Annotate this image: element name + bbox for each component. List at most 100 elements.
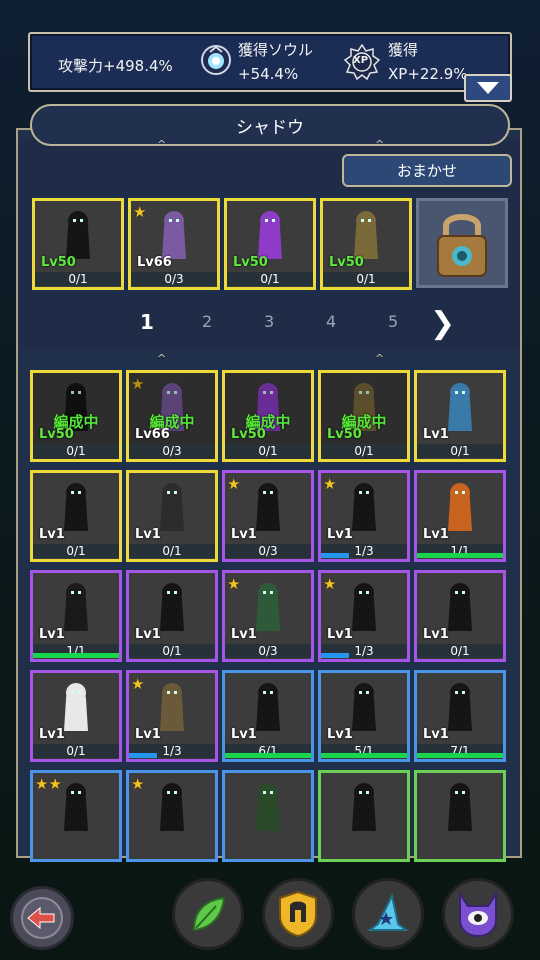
grid-card[interactable]: Lv1 0/1 <box>126 570 218 662</box>
shard-count: 0/1 <box>129 644 215 658</box>
team-card[interactable]: Lv50 0/1 <box>320 198 412 290</box>
grid-card[interactable]: Lv1 0/1 <box>414 370 506 462</box>
grid-card[interactable]: 編成中 Lv50 0/1 <box>318 370 410 462</box>
shard-progress-bar <box>225 753 311 758</box>
shard-count: 0/3 <box>131 272 217 286</box>
ornament-icon: ^ <box>375 138 385 151</box>
grid-card[interactable]: Lv1 1/1 <box>414 470 506 562</box>
grid-card[interactable]: ★ Lv1 1/3 <box>318 470 410 562</box>
grid-card[interactable] <box>318 770 410 862</box>
level-label: Lv50 <box>231 427 266 442</box>
shard-count: 0/1 <box>33 444 119 458</box>
leaf-icon <box>192 896 226 932</box>
shard-progress-bar <box>417 753 503 758</box>
page-number[interactable]: 1 <box>140 310 154 334</box>
shard-progress-bar <box>33 653 119 658</box>
grid-card[interactable]: Lv1 0/1 <box>414 570 506 662</box>
collapse-button[interactable] <box>464 74 512 102</box>
level-label: Lv50 <box>41 255 76 270</box>
page-number[interactable]: 2 <box>202 312 212 331</box>
nav-nature-button[interactable] <box>172 878 244 950</box>
page-number[interactable]: 3 <box>264 312 274 331</box>
grid-card[interactable]: Lv1 7/1 <box>414 670 506 762</box>
chevron-down-icon <box>477 82 499 94</box>
ornament-icon: ^ <box>157 138 167 151</box>
grid-card[interactable]: Lv1 0/1 <box>30 470 122 562</box>
grid-card[interactable]: 編成中 Lv50 0/1 <box>222 370 314 462</box>
level-label: Lv1 <box>423 427 449 442</box>
star-rating: ★ <box>131 675 145 693</box>
level-label: Lv1 <box>423 527 449 542</box>
shard-progress-bar <box>321 653 350 658</box>
level-label: Lv50 <box>39 427 74 442</box>
back-button[interactable] <box>10 886 74 950</box>
shard-count: 0/1 <box>417 444 503 458</box>
shard-count: 0/3 <box>225 544 311 558</box>
shard-count: 0/1 <box>129 544 215 558</box>
team-card[interactable]: ★ Lv66 0/3 <box>128 198 220 290</box>
grid-card[interactable]: ★ Lv1 1/3 <box>126 670 218 762</box>
xp-label: 獲得 <box>388 41 419 59</box>
grid-card[interactable]: ★ Lv1 0/3 <box>222 470 314 562</box>
grid-card[interactable]: ★ Lv1 1/3 <box>318 570 410 662</box>
grid-card[interactable]: 編成中 Lv50 0/1 <box>30 370 122 462</box>
grid-card[interactable]: Lv1 1/1 <box>30 570 122 662</box>
grid-card[interactable]: Lv1 6/1 <box>222 670 314 762</box>
shard-count: 0/3 <box>129 444 215 458</box>
green-imp-icon <box>238 773 298 837</box>
level-label: Lv1 <box>135 527 161 542</box>
level-label: Lv1 <box>423 727 449 742</box>
demon-eye-icon <box>459 890 497 938</box>
level-label: Lv1 <box>327 627 353 642</box>
level-label: Lv1 <box>135 627 161 642</box>
grid-card[interactable]: Lv1 5/1 <box>318 670 410 762</box>
shard-count: 0/1 <box>35 272 121 286</box>
star-rating: ★ <box>323 575 337 593</box>
nav-warrior-button[interactable] <box>262 878 334 950</box>
grid-card[interactable]: ★ <box>126 770 218 862</box>
shard-count: 0/3 <box>225 644 311 658</box>
panel-title: シャドウ <box>236 117 304 138</box>
chevron-right-icon[interactable]: ❯ <box>430 306 455 341</box>
auto-assign-button[interactable]: おまかせ <box>342 154 512 187</box>
grid-card[interactable]: ★ Lv1 0/3 <box>222 570 314 662</box>
grid-card[interactable]: ★★ <box>30 770 122 862</box>
attack-bonus: 攻撃力+498.4% <box>58 57 173 75</box>
ornament-icon: ^ <box>375 352 385 365</box>
grid-card[interactable] <box>222 770 314 862</box>
grid-card[interactable]: Lv1 0/1 <box>126 470 218 562</box>
level-label: Lv66 <box>135 427 170 442</box>
star-rating: ★ <box>323 475 337 493</box>
level-label: Lv1 <box>39 727 65 742</box>
grid-card[interactable]: Lv1 0/1 <box>30 670 122 762</box>
team-card[interactable]: Lv50 0/1 <box>224 198 316 290</box>
shard-count: 0/1 <box>33 744 119 758</box>
shard-progress-bar <box>321 553 350 558</box>
nav-shadow-button[interactable] <box>442 878 514 950</box>
shard-progress-bar <box>417 553 503 558</box>
shard-progress-bar <box>321 753 407 758</box>
level-label: Lv1 <box>135 727 161 742</box>
shard-count: 0/1 <box>323 272 409 286</box>
grid-card[interactable]: ★ 編成中 Lv66 0/3 <box>126 370 218 462</box>
page-number[interactable]: 5 <box>388 312 398 331</box>
back-arrow-icon <box>21 897 63 939</box>
panel-title-bar: シャドウ <box>30 104 510 146</box>
level-label: Lv1 <box>231 527 257 542</box>
shard-progress-bar <box>129 753 158 758</box>
level-label: Lv50 <box>329 255 364 270</box>
star-rating: ★ <box>133 203 147 221</box>
soul-value: +54.4% <box>238 65 299 83</box>
level-label: Lv1 <box>39 627 65 642</box>
star-rating: ★ <box>131 775 145 793</box>
team-card[interactable] <box>416 198 508 288</box>
lock-icon <box>437 214 487 277</box>
star-rating: ★ <box>227 475 241 493</box>
grid-card[interactable] <box>414 770 506 862</box>
xp-icon-label: XP <box>353 55 369 66</box>
shard-count: 0/1 <box>417 644 503 658</box>
nav-magic-button[interactable] <box>352 878 424 950</box>
team-card[interactable]: Lv50 0/1 <box>32 198 124 290</box>
page-number[interactable]: 4 <box>326 312 336 331</box>
xp-value: XP+22.9% <box>388 65 468 83</box>
